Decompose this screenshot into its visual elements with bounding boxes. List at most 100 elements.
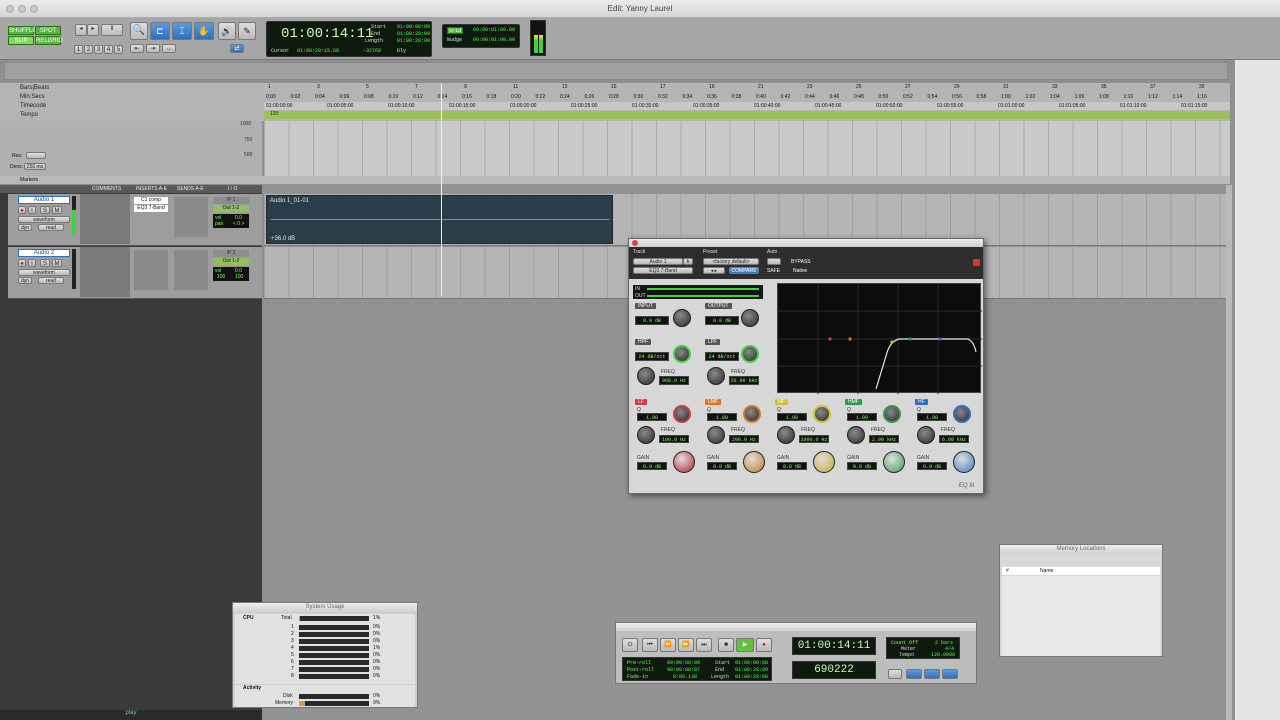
- scrubber-tool-icon[interactable]: 🔊: [218, 22, 236, 40]
- insert-slot-a[interactable]: C1 comp: [134, 197, 168, 204]
- io-column-header[interactable]: I / O: [228, 186, 237, 192]
- grid-value[interactable]: 00:00:01:00.00: [473, 27, 515, 33]
- timecode-ruler[interactable]: 01:00:00:00 01:00:05:00 01:00:10:00 01:00:1…: [264, 102, 1230, 110]
- shuffle-mode-button[interactable]: SHUFFLE: [8, 26, 36, 35]
- wait-for-note-button[interactable]: [888, 669, 902, 679]
- band-q-value[interactable]: 1.00: [847, 413, 877, 421]
- option-a-button[interactable]: ⇤: [130, 44, 144, 53]
- band-freq-knob[interactable]: [777, 426, 795, 444]
- auto-button[interactable]: [767, 258, 781, 265]
- region-gain[interactable]: +36.0 dB: [271, 236, 295, 242]
- mute-button[interactable]: M: [52, 259, 62, 267]
- slip-mode-button[interactable]: SLIP: [8, 36, 34, 45]
- metronome-button[interactable]: [906, 669, 922, 679]
- preroll-label[interactable]: Pre-roll: [627, 660, 651, 666]
- band-q-value[interactable]: 1.00: [917, 413, 947, 421]
- lpf-freq-knob[interactable]: [707, 367, 725, 385]
- spot-mode-button[interactable]: SPOT: [35, 26, 61, 35]
- start-value[interactable]: 01:00:00:08: [735, 660, 768, 666]
- comments-field[interactable]: [80, 247, 130, 297]
- comments-field[interactable]: [80, 194, 130, 244]
- markers-ruler[interactable]: Markers: [0, 176, 1230, 184]
- track-view-selector[interactable]: waveform: [18, 269, 70, 276]
- prev-next-preset[interactable]: ◂ ▸: [703, 267, 725, 274]
- compare-button[interactable]: COMPARE: [729, 267, 759, 274]
- band-q-value[interactable]: 1.00: [777, 413, 807, 421]
- postroll-value[interactable]: 00:00:08:07: [667, 667, 700, 673]
- min-secs-ruler-label[interactable]: Min:Secs: [0, 94, 262, 103]
- output-gain-value[interactable]: 0.0 dB: [705, 316, 739, 325]
- regions-list-pane[interactable]: [1234, 60, 1280, 720]
- band-q-value[interactable]: 1.00: [707, 413, 737, 421]
- track-header-audio-2[interactable]: Audio 2 ● I S M waveform dyn read IP 2 O…: [8, 247, 262, 299]
- online-button[interactable]: ⏻: [622, 638, 638, 652]
- zoom-preset-5[interactable]: 5: [114, 45, 123, 54]
- record-button[interactable]: ●: [756, 638, 772, 652]
- zoom-preset-2[interactable]: 2: [84, 45, 93, 54]
- safe-label[interactable]: SAFE: [767, 268, 780, 274]
- main-counter[interactable]: 01:00:14:11: [281, 26, 373, 42]
- lpf-slope[interactable]: 24 dB/oct: [705, 352, 739, 361]
- zoom-in-button[interactable]: ▸: [87, 24, 99, 36]
- zoom-preset-4[interactable]: 4: [104, 45, 113, 54]
- band-name-label[interactable]: HF: [915, 399, 928, 405]
- universe-view[interactable]: [4, 62, 1228, 80]
- plugin-selector[interactable]: EQ3 7-Band: [633, 267, 693, 274]
- comments-column-header[interactable]: COMMENTS: [92, 186, 121, 192]
- bypass-label[interactable]: BYPASS: [791, 259, 811, 265]
- band-name-label[interactable]: MF: [775, 399, 789, 405]
- zoom-preset-3[interactable]: 3: [94, 45, 103, 54]
- band-q-knob[interactable]: [813, 405, 831, 423]
- band-gain-knob[interactable]: [743, 451, 765, 473]
- grid-label[interactable]: Grid: [447, 27, 463, 34]
- res-selector[interactable]: [26, 152, 46, 159]
- audio-region[interactable]: Audio 1_01-01 +36.0 dB: [266, 195, 613, 244]
- band-name-label[interactable]: LMF: [705, 399, 721, 405]
- pan-right-value[interactable]: 100: [235, 274, 243, 280]
- dly-label[interactable]: Dly: [397, 48, 406, 54]
- output-selector[interactable]: Out 1-2: [213, 205, 249, 212]
- record-enable-button[interactable]: ●: [18, 206, 26, 214]
- band-freq-value[interactable]: 6.00 kHz: [939, 435, 969, 443]
- lpf-slope-knob[interactable]: [741, 345, 759, 363]
- playhead-cursor[interactable]: [441, 83, 442, 296]
- postroll-label[interactable]: Post-roll: [627, 667, 654, 673]
- track-selector[interactable]: Audio 1: [633, 258, 683, 265]
- nudge-value[interactable]: 00:00:01:00.00: [473, 37, 515, 43]
- pan-left-value[interactable]: 100: [217, 274, 225, 280]
- trim-tool-icon[interactable]: ⊏: [150, 22, 170, 40]
- input-monitor-button[interactable]: I: [28, 206, 36, 214]
- option-b-button[interactable]: ⇥: [146, 44, 160, 53]
- band-freq-value[interactable]: 100.0 Hz: [659, 435, 689, 443]
- band-q-knob[interactable]: [953, 405, 971, 423]
- band-gain-value[interactable]: 0.0 dB: [637, 462, 667, 470]
- track-header-audio-1[interactable]: Audio 1 ● I S M waveform dyn read C1 com…: [8, 194, 262, 246]
- hpf-freq-knob[interactable]: [637, 367, 655, 385]
- hpf-label[interactable]: HPF: [635, 339, 651, 345]
- band-q-knob[interactable]: [673, 405, 691, 423]
- min-secs-ruler[interactable]: 0:00 0:02 0:04 0:06 0:08 0:10 0:12 0:14 0:16 0:18…: [264, 92, 1230, 101]
- fast-forward-button[interactable]: ⏩: [678, 638, 694, 652]
- band-freq-value[interactable]: 2.00 kHz: [869, 435, 899, 443]
- grid-mode-button[interactable]: RELGRID: [35, 36, 63, 45]
- band-gain-knob[interactable]: [953, 451, 975, 473]
- length-value[interactable]: 01:00:28:00: [735, 674, 768, 680]
- band-freq-value[interactable]: 200.0 Hz: [729, 435, 759, 443]
- lpf-label[interactable]: LPF: [705, 339, 721, 345]
- track-b-button[interactable]: b: [683, 258, 693, 265]
- zoom-preset-1[interactable]: 1: [74, 45, 83, 54]
- transport-counter[interactable]: 01:00:14:11: [792, 637, 876, 655]
- solo-button[interactable]: S: [40, 206, 50, 214]
- close-window-button[interactable]: [6, 5, 14, 13]
- pencil-tool-icon[interactable]: ✎: [238, 22, 256, 40]
- fadein-value[interactable]: 0:00.138: [673, 674, 697, 680]
- input-selector[interactable]: IP 2: [213, 250, 249, 257]
- return-to-zero-button[interactable]: ⏮: [642, 638, 658, 652]
- timecode-ruler-label[interactable]: Timecode: [0, 103, 262, 112]
- dyn-button[interactable]: dyn: [18, 224, 32, 231]
- record-enable-button[interactable]: ●: [18, 259, 26, 267]
- plugin-titlebar[interactable]: [629, 239, 983, 247]
- automation-mode-selector[interactable]: read: [38, 277, 64, 284]
- preroll-value[interactable]: 00:00:00:00: [667, 660, 700, 666]
- hpf-slope-knob[interactable]: [673, 345, 691, 363]
